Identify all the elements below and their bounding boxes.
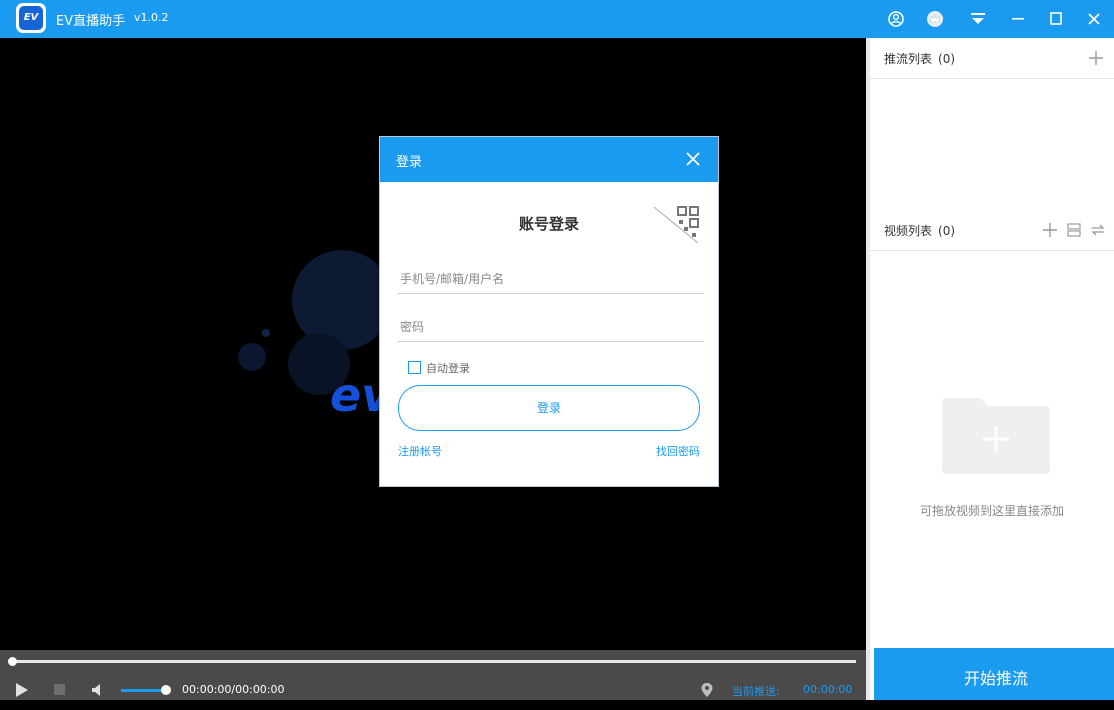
username-input[interactable] <box>398 265 704 294</box>
empty-hint: 可拖放视频到这里直接添加 <box>919 504 1064 518</box>
login-dialog: 登录 账号登录 自动登录 登录 注册帐号 找回密码 <box>379 136 719 487</box>
current-push-label: 当前推送: <box>732 685 780 698</box>
add-push-icon[interactable] <box>1088 50 1104 69</box>
close-icon[interactable] <box>686 152 700 169</box>
folder-add-icon[interactable] <box>942 398 1050 477</box>
video-list-title: 视频列表 (0) <box>884 224 956 238</box>
location-pin-icon <box>700 682 714 701</box>
start-stream-button[interactable]: 开始推流 <box>874 648 1114 700</box>
app-logo: EV <box>16 3 46 33</box>
push-list-title: 推流列表 (0) <box>884 52 956 66</box>
splash-bubble <box>262 329 270 337</box>
app-title: EV直播助手 <box>56 14 126 29</box>
title-bar: EV EV直播助手 v1.0.2 <box>0 0 1114 38</box>
volume-icon[interactable] <box>90 682 106 701</box>
app-logo-text: EV <box>19 6 43 30</box>
play-icon[interactable] <box>14 682 30 701</box>
app-version: v1.0.2 <box>134 11 169 24</box>
minimize-icon[interactable] <box>1007 8 1029 30</box>
time-display: 00:00:00/00:00:00 <box>182 683 285 696</box>
list-view-icon[interactable] <box>1066 222 1082 241</box>
dialog-title: 登录 <box>396 155 423 170</box>
close-icon[interactable] <box>1083 8 1105 30</box>
qr-code-icon[interactable] <box>652 205 700 248</box>
player-controls: 00:00:00/00:00:00 当前推送: 00:00:00 <box>0 650 866 700</box>
volume-handle[interactable] <box>161 685 171 695</box>
current-push-time: 00:00:00 <box>803 683 853 696</box>
dialog-header: 登录 <box>380 137 718 182</box>
auto-login-label: 自动登录 <box>426 362 470 375</box>
add-video-icon[interactable] <box>1042 222 1058 241</box>
user-circle-icon[interactable] <box>885 8 907 30</box>
video-list-count: (0) <box>938 224 956 238</box>
dropdown-menu-icon[interactable] <box>967 8 989 30</box>
register-link[interactable]: 注册帐号 <box>398 443 442 459</box>
maximize-icon[interactable] <box>1045 8 1067 30</box>
loop-icon[interactable] <box>1090 222 1106 241</box>
splash-bubble <box>238 343 266 371</box>
video-list-header: 视频列表 (0) <box>870 210 1114 251</box>
push-list-count: (0) <box>938 52 956 66</box>
password-input[interactable] <box>398 313 704 342</box>
progress-bar[interactable] <box>12 660 856 663</box>
forgot-password-link[interactable]: 找回密码 <box>656 443 700 459</box>
crown-icon[interactable] <box>924 8 946 30</box>
sidebar: 推流列表 (0) 视频列表 (0) 可拖放视频到这里直接添加 开始推流 <box>866 38 1114 700</box>
auto-login-checkbox[interactable] <box>408 361 421 374</box>
login-button[interactable]: 登录 <box>398 385 700 431</box>
stop-icon[interactable] <box>53 683 67 700</box>
push-list-header: 推流列表 (0) <box>870 38 1114 79</box>
progress-handle[interactable] <box>8 657 17 666</box>
